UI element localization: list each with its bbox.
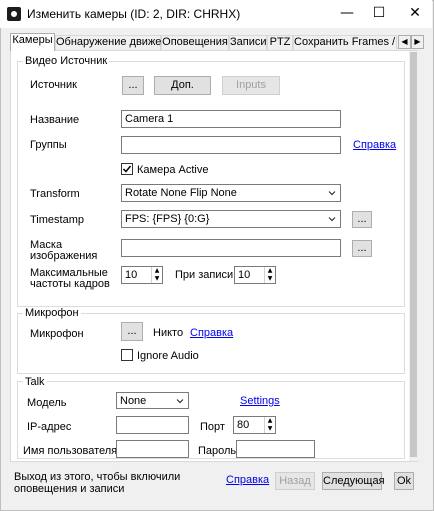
name-input[interactable]: Camera 1 — [121, 110, 341, 128]
record-fps-stepper[interactable]: 10 ▲ ▼ — [234, 266, 276, 284]
model-label: Модель — [27, 397, 67, 409]
port-spin-buttons[interactable]: ▲ ▼ — [264, 417, 275, 433]
record-fps-value: 10 — [238, 269, 251, 281]
title-bar[interactable]: Изменить камеры (ID: 2, DIR: CHRHX) — ☐ … — [0, 0, 432, 28]
spin-down-icon[interactable]: ▼ — [265, 425, 275, 433]
max-fps-value: 10 — [125, 269, 138, 281]
mask-browse-button[interactable]: ... — [352, 240, 372, 257]
source-browse-button[interactable]: ... — [122, 76, 144, 95]
close-button[interactable]: ✕ — [398, 0, 432, 28]
microphone-group — [17, 313, 405, 374]
spin-up-icon[interactable]: ▲ — [152, 267, 162, 275]
tab-save-frames-ftp[interactable]: Сохранить Frames / FTP — [293, 35, 397, 50]
extra-button[interactable]: Доп. — [154, 76, 211, 95]
mask-input[interactable] — [121, 239, 341, 257]
timestamp-select[interactable]: FPS: {FPS} {0:G} — [121, 210, 341, 228]
checkmark-icon — [122, 165, 132, 173]
ignore-audio-label: Ignore Audio — [137, 350, 199, 362]
ip-input[interactable] — [116, 416, 189, 434]
timestamp-value: FPS: {FPS} {0:G} — [125, 213, 210, 225]
camera-active-checkbox[interactable] — [121, 163, 133, 175]
chevron-down-icon — [328, 217, 336, 222]
spin-up-icon[interactable]: ▲ — [265, 417, 275, 425]
microphone-help-link[interactable]: Справка — [190, 327, 233, 339]
port-value: 80 — [237, 419, 250, 431]
mask-label: Маска изображения — [30, 239, 98, 262]
port-label: Порт — [200, 421, 225, 433]
tab-recordings[interactable]: Записи — [229, 35, 267, 50]
tab-cameras[interactable]: Камеры — [10, 33, 55, 51]
microphone-browse-button[interactable]: ... — [121, 322, 143, 341]
timestamp-browse-button[interactable]: ... — [352, 211, 372, 228]
spin-down-icon[interactable]: ▼ — [265, 275, 275, 283]
username-label: Имя пользователя — [23, 445, 118, 457]
minimize-button[interactable]: — — [330, 0, 364, 28]
username-input[interactable] — [116, 440, 189, 458]
spin-down-icon[interactable]: ▼ — [152, 275, 162, 283]
transform-value: Rotate None Flip None — [125, 187, 237, 199]
max-fps-stepper[interactable]: 10 ▲ ▼ — [121, 266, 163, 284]
tab-scroll-left-icon[interactable]: ◀ — [398, 35, 411, 49]
tab-ptz[interactable]: PTZ — [267, 35, 293, 50]
ok-button[interactable]: Ok — [394, 472, 414, 490]
next-button[interactable]: Следующая — [322, 472, 385, 490]
groups-label: Группы — [30, 139, 67, 151]
microphone-label: Микрофон — [30, 328, 84, 340]
password-input[interactable] — [236, 440, 315, 458]
timestamp-label: Timestamp — [30, 214, 84, 226]
vertical-scrollbar-thumb[interactable] — [410, 52, 417, 457]
transform-label: Transform — [30, 188, 80, 200]
name-label: Название — [30, 114, 80, 126]
model-select[interactable]: None — [116, 392, 189, 409]
groups-input[interactable] — [121, 136, 341, 154]
record-fps-spin-buttons[interactable]: ▲ ▼ — [264, 267, 275, 283]
maximize-button[interactable]: ☐ — [362, 0, 396, 28]
footer-help-link[interactable]: Справка — [226, 474, 269, 486]
ignore-audio-checkbox[interactable] — [121, 349, 133, 361]
window-title: Изменить камеры (ID: 2, DIR: CHRHX) — [27, 7, 241, 21]
back-button[interactable]: Назад — [275, 472, 315, 490]
tab-alerts[interactable]: Оповещения — [161, 35, 229, 50]
record-fps-label: При записи — [175, 269, 234, 281]
source-label: Источник — [30, 79, 77, 91]
talk-settings-link[interactable]: Settings — [240, 395, 280, 407]
ip-label: IP-адрес — [27, 421, 72, 433]
chevron-down-icon — [328, 191, 336, 196]
password-label: Пароль — [198, 445, 237, 457]
port-stepper[interactable]: 80 ▲ ▼ — [233, 416, 276, 434]
chevron-down-icon — [176, 399, 184, 404]
max-fps-label: Максимальные частоты кадров — [30, 267, 110, 290]
spin-up-icon[interactable]: ▲ — [265, 267, 275, 275]
tab-motion-detection[interactable]: Обнаружение движения — [55, 35, 180, 50]
tab-scroll-right-icon[interactable]: ▶ — [411, 35, 424, 49]
talk-group-label: Talk — [23, 376, 47, 388]
model-value: None — [120, 395, 147, 407]
groups-help-link[interactable]: Справка — [353, 139, 396, 151]
microphone-group-label: Микрофон — [23, 307, 81, 319]
inputs-button[interactable]: Inputs — [222, 76, 280, 95]
camera-active-label: Камера Active — [137, 164, 209, 176]
video-source-group-label: Видео Источник — [23, 55, 110, 67]
app-camera-icon — [7, 7, 21, 21]
footer-hint: Выход из этого, чтобы включили оповещени… — [14, 471, 181, 495]
transform-select[interactable]: Rotate None Flip None — [121, 184, 341, 202]
microphone-value: Никто — [153, 327, 184, 339]
max-fps-spin-buttons[interactable]: ▲ ▼ — [151, 267, 162, 283]
